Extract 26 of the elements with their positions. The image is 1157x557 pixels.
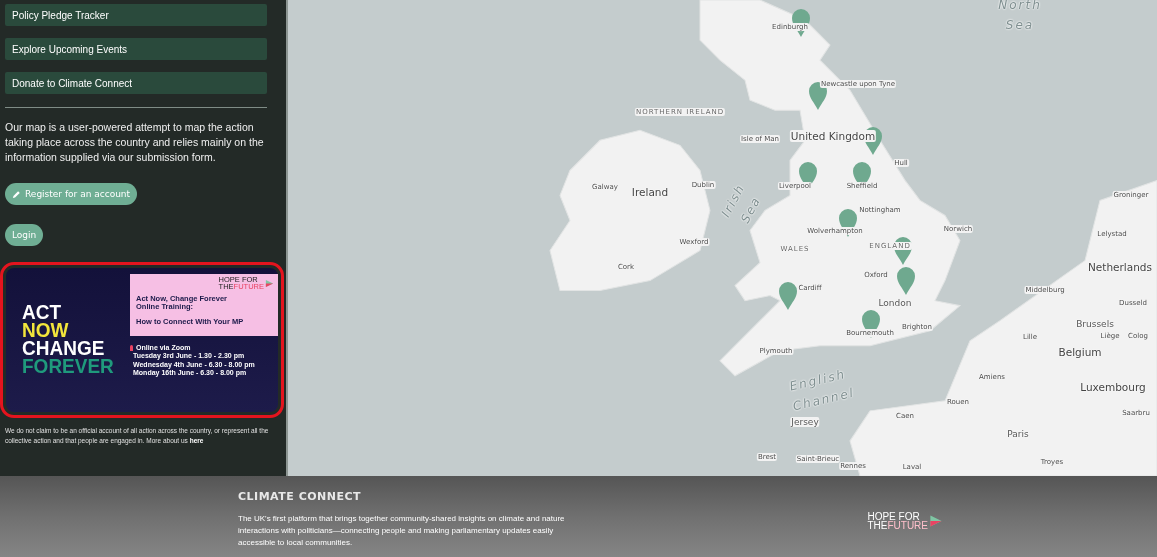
map-label: Ireland	[630, 186, 670, 198]
banner-headline-word: NOW	[22, 321, 69, 341]
map-label: Paris	[1006, 429, 1030, 439]
banner-headline-word: ACT	[22, 303, 62, 323]
map-pin-icon[interactable]	[896, 266, 916, 296]
map-label: Belgium	[1057, 346, 1103, 358]
event-banner[interactable]	[0, 262, 284, 418]
pencil-icon	[12, 189, 21, 199]
banner-headline-word: CHANGE	[22, 339, 105, 359]
intro-text: Our map is a user-powered attempt to map the action taking place across the country and relies mainly on the information supplied via our submission form.	[5, 120, 265, 165]
nav-button[interactable]: Donate to Climate Connect	[5, 72, 267, 94]
nav-button[interactable]: Policy Pledge Tracker	[5, 4, 267, 26]
location-pin-icon	[130, 344, 133, 351]
map-label: Netherlands	[1087, 261, 1153, 273]
footer-description: The UK's first platform that brings together community-shared insights on climate and nature interactions with politicians—connecting people and making parliamentary updates easily accessible to local communities.	[238, 513, 566, 549]
map-label: Brussels	[1075, 319, 1115, 329]
footer-brand: CLIMATE CONNECT	[238, 490, 363, 503]
map-label: London	[877, 298, 913, 308]
map-label: North Sea	[997, 0, 1043, 34]
nav-button[interactable]: Explore Upcoming Events	[5, 38, 267, 60]
banner-headline-word: FOREVER	[22, 357, 115, 377]
map-label: Luxembourg	[1079, 381, 1147, 393]
map-pin-icon[interactable]	[778, 281, 798, 311]
footer-logo: HOPE FOR THEFUTURE	[867, 512, 943, 530]
map-label: Jersey	[790, 417, 820, 427]
map-label: United Kingdom	[789, 130, 877, 142]
